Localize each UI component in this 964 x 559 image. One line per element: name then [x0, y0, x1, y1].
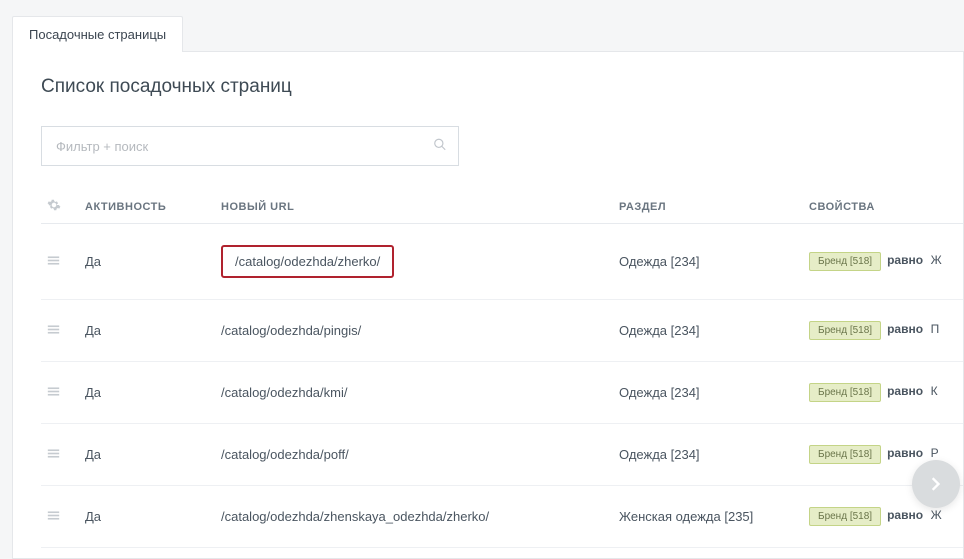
prop-operator: равно: [887, 384, 923, 398]
cell-url: /catalog/odezhda/kmi/: [215, 362, 613, 424]
col-props[interactable]: СВОЙСТВА: [803, 190, 963, 224]
cell-section: Одежда [234]: [613, 300, 803, 362]
cell-section: Женская одежда [235]: [613, 486, 803, 548]
gear-icon[interactable]: [47, 203, 61, 215]
prop-operator: равно: [887, 253, 923, 267]
cell-section: Одежда [234]: [613, 224, 803, 300]
filter-input[interactable]: [41, 126, 459, 166]
scroll-right-fab[interactable]: [912, 460, 960, 508]
brand-badge: Бренд [518]: [809, 445, 881, 464]
prop-operator: равно: [887, 446, 923, 460]
table-row[interactable]: Да/catalog/odezhda/pingis/Одежда [234]Бр…: [41, 300, 963, 362]
main-panel: Список посадочных страниц АКТИВНОСТЬ: [12, 51, 964, 559]
prop-value-fragment: Ж: [931, 253, 942, 267]
cell-props: Бренд [518] равно К: [803, 362, 963, 424]
brand-badge: Бренд [518]: [809, 321, 881, 340]
prop-operator: равно: [887, 508, 923, 522]
cell-url: /catalog/odezhda/pingis/: [215, 300, 613, 362]
cell-url: /catalog/odezhda/poff/: [215, 424, 613, 486]
highlighted-url: /catalog/odezhda/zherko/: [221, 245, 394, 278]
row-menu-icon[interactable]: [47, 323, 60, 338]
brand-badge: Бренд [518]: [809, 507, 881, 526]
row-menu-icon[interactable]: [47, 385, 60, 400]
cell-url: /catalog/odezhda/zhenskaya_odezhda/zherk…: [215, 486, 613, 548]
prop-value-fragment: П: [931, 322, 940, 336]
table-row[interactable]: Да/catalog/odezhda/zherko/Одежда [234]Бр…: [41, 224, 963, 300]
tab-landing-pages[interactable]: Посадочные страницы: [12, 16, 183, 52]
landing-pages-table: АКТИВНОСТЬ НОВЫЙ URL РАЗДЕЛ СВОЙСТВА Да/…: [41, 190, 963, 548]
prop-value-fragment: Р: [931, 446, 939, 460]
cell-active: Да: [79, 486, 215, 548]
brand-badge: Бренд [518]: [809, 252, 881, 271]
row-menu-icon[interactable]: [47, 447, 60, 462]
cell-section: Одежда [234]: [613, 424, 803, 486]
table-row[interactable]: Да/catalog/odezhda/kmi/Одежда [234]Бренд…: [41, 362, 963, 424]
table-row[interactable]: Да/catalog/odezhda/zhenskaya_odezhda/zhe…: [41, 486, 963, 548]
col-section[interactable]: РАЗДЕЛ: [613, 190, 803, 224]
col-active[interactable]: АКТИВНОСТЬ: [79, 190, 215, 224]
cell-props: Бренд [518] равно П: [803, 300, 963, 362]
row-menu-icon[interactable]: [47, 254, 60, 269]
cell-active: Да: [79, 362, 215, 424]
cell-active: Да: [79, 424, 215, 486]
cell-section: Одежда [234]: [613, 362, 803, 424]
brand-badge: Бренд [518]: [809, 383, 881, 402]
cell-active: Да: [79, 224, 215, 300]
table-row[interactable]: Да/catalog/odezhda/poff/Одежда [234] Брен…: [41, 424, 963, 486]
prop-value-fragment: Ж: [931, 508, 942, 522]
row-menu-icon[interactable]: [47, 509, 60, 524]
prop-value-fragment: К: [931, 384, 938, 398]
prop-operator: равно: [887, 322, 923, 336]
cell-active: Да: [79, 300, 215, 362]
page-title: Список посадочных страниц: [41, 76, 963, 98]
col-url[interactable]: НОВЫЙ URL: [215, 190, 613, 224]
cell-props: Бренд [518] равно Ж: [803, 224, 963, 300]
cell-url: /catalog/odezhda/zherko/: [215, 224, 613, 300]
